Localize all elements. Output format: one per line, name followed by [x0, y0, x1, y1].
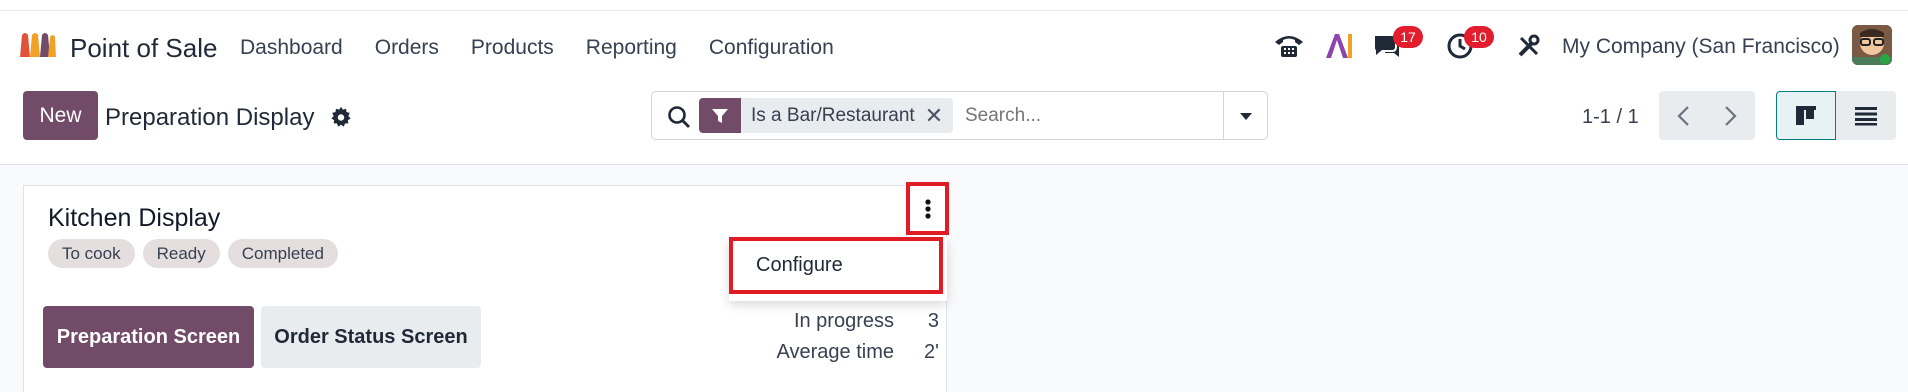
- main-navbar: Point of Sale Dashboard Orders Products …: [0, 11, 1908, 81]
- stat-label: In progress: [793, 310, 894, 332]
- caret-down-icon: [1239, 112, 1252, 120]
- page-title: Preparation Display: [105, 104, 315, 131]
- pos-app-logo-icon[interactable]: [18, 31, 58, 59]
- configure-menu-item[interactable]: Configure: [729, 237, 943, 294]
- kanban-view-icon: [1796, 105, 1816, 125]
- search-facet: Is a Bar/Restaurant ✕: [699, 98, 954, 133]
- control-panel: New Preparation Display Is a Bar/Restaur…: [0, 81, 1908, 165]
- tag-ready: Ready: [142, 239, 220, 268]
- user-avatar[interactable]: [1852, 25, 1892, 65]
- search-icon[interactable]: [666, 104, 692, 130]
- top-menu: Dashboard Orders Products Reporting Conf…: [240, 36, 834, 60]
- search-input[interactable]: [965, 100, 1215, 132]
- activities-count-badge: 10: [1464, 26, 1494, 48]
- messages-count-badge: 17: [1393, 26, 1423, 48]
- tools-icon[interactable]: [1512, 29, 1546, 63]
- search-bar: Is a Bar/Restaurant ✕: [651, 91, 1268, 140]
- menu-configuration[interactable]: Configuration: [709, 36, 834, 60]
- kanban-view-button[interactable]: [1776, 91, 1836, 140]
- phone-icon[interactable]: [1272, 29, 1306, 63]
- card-stats: In progress 3 Average time 2': [724, 310, 939, 372]
- stage-tags: To cook Ready Completed: [48, 239, 338, 268]
- list-view-icon: [1855, 106, 1877, 125]
- stat-average-time: Average time 2': [724, 341, 939, 372]
- chevron-left-icon: [1677, 105, 1689, 126]
- gear-icon[interactable]: [330, 106, 352, 128]
- tag-to-cook: To cook: [48, 239, 135, 268]
- order-status-screen-button[interactable]: Order Status Screen: [261, 306, 481, 368]
- search-options-toggle[interactable]: [1223, 92, 1267, 139]
- menu-reporting[interactable]: Reporting: [586, 36, 677, 60]
- pager-value[interactable]: 1-1 / 1: [1582, 106, 1639, 129]
- card-menu-button[interactable]: [906, 182, 949, 235]
- preparation-screen-button[interactable]: Preparation Screen: [43, 306, 254, 368]
- kebab-menu-icon: [924, 198, 931, 219]
- chevron-right-icon: [1725, 105, 1737, 126]
- new-button[interactable]: New: [23, 91, 98, 140]
- app-name[interactable]: Point of Sale: [70, 33, 217, 64]
- stat-label: Average time: [776, 341, 894, 363]
- pager-next-button[interactable]: [1707, 91, 1755, 140]
- ai-icon[interactable]: [1322, 29, 1356, 63]
- stat-value: 2': [924, 341, 939, 363]
- menu-dashboard[interactable]: Dashboard: [240, 36, 343, 60]
- facet-label: Is a Bar/Restaurant: [751, 104, 915, 126]
- stat-value: 3: [927, 310, 939, 332]
- list-view-button[interactable]: [1836, 91, 1896, 140]
- top-border: [0, 0, 1908, 11]
- card-title: Kitchen Display: [48, 204, 221, 232]
- menu-orders[interactable]: Orders: [375, 36, 439, 60]
- filter-icon: [699, 98, 741, 133]
- stat-in-progress: In progress 3: [724, 310, 939, 341]
- pager-previous-button[interactable]: [1659, 91, 1707, 140]
- card-dropdown-menu: Configure: [729, 237, 947, 301]
- facet-remove-button[interactable]: ✕: [925, 103, 953, 129]
- tag-completed: Completed: [227, 239, 338, 268]
- company-switcher[interactable]: My Company (San Francisco): [1562, 35, 1840, 59]
- menu-products[interactable]: Products: [471, 36, 554, 60]
